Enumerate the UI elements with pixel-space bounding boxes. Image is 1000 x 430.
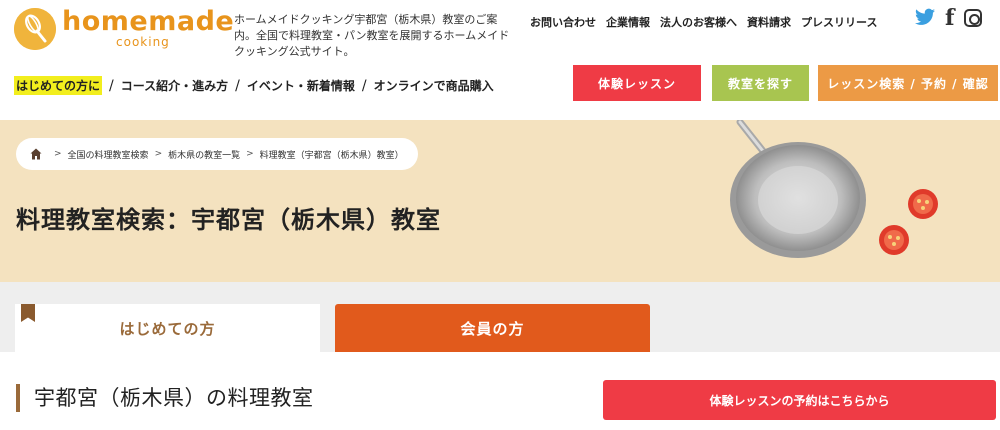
frying-pan-image bbox=[700, 120, 880, 260]
breadcrumb-separator: > bbox=[246, 149, 254, 159]
tab-first-time[interactable]: はじめての方 bbox=[15, 304, 320, 352]
find-school-button[interactable]: 教室を探す bbox=[712, 65, 809, 101]
breadcrumb-separator: > bbox=[154, 149, 163, 159]
tab-members[interactable]: 会員の方 bbox=[335, 304, 650, 352]
tomato-image bbox=[878, 224, 910, 256]
breadcrumb-link-tochigi[interactable]: 栃木県の教室一覧 bbox=[168, 148, 240, 161]
site-tagline: ホームメイドクッキング宇都宮（栃木県）教室のご案内。全国で料理教室・パン教室を展… bbox=[234, 13, 510, 58]
breadcrumb-link-all-schools[interactable]: 全国の料理教室検索 bbox=[68, 148, 149, 161]
nav-separator: / bbox=[109, 77, 114, 94]
tab-members-label: 会員の方 bbox=[460, 319, 525, 338]
nav-item-first-time[interactable]: はじめての方に bbox=[14, 76, 103, 95]
tomato-image bbox=[907, 188, 939, 220]
tab-first-time-label: はじめての方 bbox=[119, 319, 216, 338]
utility-nav: お問い合わせ 企業情報 法人のお客様へ 資料請求 プレスリリース bbox=[530, 14, 877, 30]
nav-item-online-shop[interactable]: オンラインで商品購入 bbox=[374, 77, 494, 94]
home-icon[interactable] bbox=[30, 148, 42, 160]
social-links: f bbox=[915, 7, 983, 29]
trial-lesson-button[interactable]: 体験レッスン bbox=[573, 65, 701, 101]
utility-link-brochure[interactable]: 資料請求 bbox=[747, 14, 791, 30]
utility-link-company[interactable]: 企業情報 bbox=[606, 14, 650, 30]
section-title: 宇都宮（栃木県）の料理教室 bbox=[16, 384, 314, 412]
main-nav: はじめての方に / コース紹介・進み方 / イベント・新着情報 / オンラインで… bbox=[14, 76, 494, 95]
utility-link-contact[interactable]: お問い合わせ bbox=[530, 14, 596, 30]
site-logo[interactable]: homemade cooking bbox=[14, 6, 234, 54]
lesson-search-button[interactable]: レッスン検索 / 予約 / 確認 bbox=[818, 65, 998, 101]
logo-wordmark: homemade bbox=[62, 6, 235, 37]
breadcrumb-separator: > bbox=[54, 149, 62, 159]
nav-item-courses[interactable]: コース紹介・進み方 bbox=[121, 77, 228, 94]
breadcrumb: > 全国の料理教室検索 > 栃木県の教室一覧 > 料理教室（宇都宮（栃木県）教室… bbox=[16, 138, 418, 170]
reserve-trial-button[interactable]: 体験レッスンの予約はこちらから bbox=[603, 380, 996, 420]
site-header: homemade cooking ホームメイドクッキング宇都宮（栃木県）教室のご… bbox=[0, 0, 1000, 120]
twitter-icon[interactable] bbox=[915, 8, 935, 28]
logo-subtext: cooking bbox=[116, 35, 170, 49]
utility-link-press[interactable]: プレスリリース bbox=[801, 14, 877, 30]
logo-whisk-icon bbox=[14, 8, 56, 50]
breadcrumb-current: 料理教室（宇都宮（栃木県）教室） bbox=[259, 150, 404, 161]
bookmark-icon bbox=[21, 304, 35, 322]
utility-link-corporate[interactable]: 法人のお客様へ bbox=[660, 14, 737, 30]
instagram-icon[interactable] bbox=[964, 9, 983, 27]
nav-separator: / bbox=[235, 77, 240, 94]
nav-separator: / bbox=[361, 77, 367, 94]
nav-item-events[interactable]: イベント・新着情報 bbox=[247, 77, 355, 94]
hero-banner: > 全国の料理教室検索 > 栃木県の教室一覧 > 料理教室（宇都宮（栃木県）教室… bbox=[0, 120, 1000, 282]
facebook-icon[interactable]: f bbox=[945, 7, 954, 29]
page-title: 料理教室検索：宇都宮（栃木県）教室 bbox=[16, 206, 441, 234]
